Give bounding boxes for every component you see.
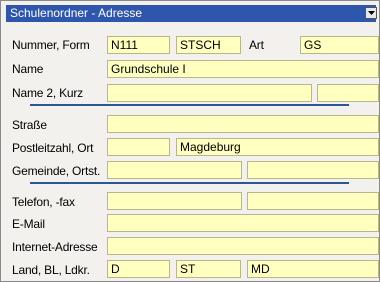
dropdown-button[interactable] — [365, 7, 377, 19]
panel-title: Schulenordner - Adresse — [10, 6, 143, 20]
address-panel: Schulenordner - Adresse Nummer, Form N11… — [0, 0, 380, 282]
art-field[interactable]: GS — [300, 36, 379, 54]
chevron-down-icon — [368, 11, 375, 15]
phone-field[interactable] — [107, 192, 242, 210]
short-name-field[interactable] — [317, 84, 379, 102]
panel-titlebar: Schulenordner - Adresse — [6, 5, 377, 22]
gemeinde-ortsteil-label: Gemeinde, Ortst. — [12, 164, 101, 178]
website-field[interactable] — [107, 237, 379, 255]
nummer-form-label: Nummer, Form — [12, 38, 90, 52]
plz-ort-label: Postleitzahl, Ort — [12, 141, 94, 155]
separator-2 — [30, 182, 349, 184]
email-label: E-Mail — [12, 217, 45, 231]
name2-field[interactable] — [107, 84, 312, 102]
postal-code-field[interactable] — [107, 138, 170, 156]
state-field[interactable]: ST — [176, 260, 241, 278]
art-label: Art — [249, 38, 264, 52]
name2-kurz-label: Name 2, Kurz — [12, 86, 83, 100]
strasse-label: Straße — [12, 118, 47, 132]
fax-field[interactable] — [247, 192, 379, 210]
land-bl-ldkr-label: Land, BL, Ldkr. — [12, 263, 90, 277]
internet-label: Internet-Adresse — [12, 240, 98, 254]
street-field[interactable] — [107, 115, 379, 133]
number-field[interactable]: N111 — [107, 36, 170, 54]
city-field[interactable]: Magdeburg — [176, 138, 379, 156]
email-field[interactable] — [107, 214, 379, 232]
municipality-field[interactable] — [107, 161, 242, 179]
form-field[interactable]: STSCH — [176, 36, 241, 54]
separator-1 — [30, 104, 349, 106]
name-field[interactable]: Grundschule I — [107, 60, 379, 78]
name-label: Name — [12, 62, 44, 76]
county-field[interactable]: MD — [247, 260, 379, 278]
district-field[interactable] — [247, 161, 379, 179]
country-field[interactable]: D — [107, 260, 170, 278]
telefon-fax-label: Telefon, -fax — [12, 195, 75, 209]
